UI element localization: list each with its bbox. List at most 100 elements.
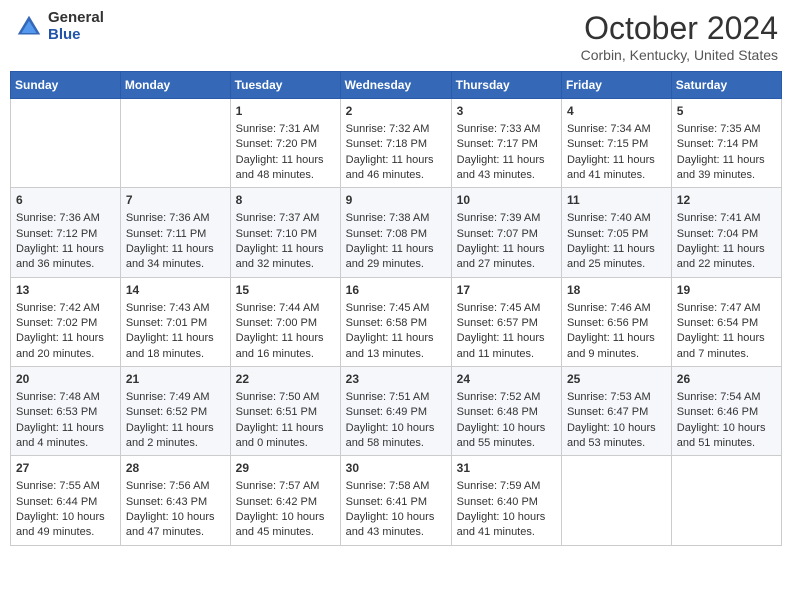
sunrise-text: Sunrise: 7:52 AM xyxy=(457,390,556,405)
header-cell-saturday: Saturday xyxy=(671,72,781,99)
sunrise-text: Sunrise: 7:53 AM xyxy=(567,390,666,405)
sunrise-text: Sunrise: 7:46 AM xyxy=(567,301,666,316)
daylight-text: Daylight: 11 hours and 20 minutes. xyxy=(16,331,115,362)
week-row-3: 20Sunrise: 7:48 AMSunset: 6:53 PMDayligh… xyxy=(11,367,782,456)
day-number: 29 xyxy=(236,460,335,477)
header-cell-tuesday: Tuesday xyxy=(230,72,340,99)
day-number: 5 xyxy=(677,103,776,120)
calendar-cell: 15Sunrise: 7:44 AMSunset: 7:00 PMDayligh… xyxy=(230,277,340,366)
sunset-text: Sunset: 7:20 PM xyxy=(236,137,335,152)
calendar-cell: 26Sunrise: 7:54 AMSunset: 6:46 PMDayligh… xyxy=(671,367,781,456)
day-number: 12 xyxy=(677,192,776,209)
sunset-text: Sunset: 7:07 PM xyxy=(457,227,556,242)
logo: General Blue xyxy=(14,10,104,43)
daylight-text: Daylight: 11 hours and 32 minutes. xyxy=(236,242,335,273)
calendar-cell: 9Sunrise: 7:38 AMSunset: 7:08 PMDaylight… xyxy=(340,188,451,277)
day-number: 2 xyxy=(346,103,446,120)
calendar-cell: 2Sunrise: 7:32 AMSunset: 7:18 PMDaylight… xyxy=(340,99,451,188)
sunset-text: Sunset: 7:01 PM xyxy=(126,316,225,331)
day-number: 19 xyxy=(677,282,776,299)
calendar-cell: 1Sunrise: 7:31 AMSunset: 7:20 PMDaylight… xyxy=(230,99,340,188)
calendar-cell: 23Sunrise: 7:51 AMSunset: 6:49 PMDayligh… xyxy=(340,367,451,456)
sunset-text: Sunset: 7:10 PM xyxy=(236,227,335,242)
calendar-cell: 24Sunrise: 7:52 AMSunset: 6:48 PMDayligh… xyxy=(451,367,561,456)
daylight-text: Daylight: 10 hours and 41 minutes. xyxy=(457,510,556,541)
sunset-text: Sunset: 7:04 PM xyxy=(677,227,776,242)
day-number: 24 xyxy=(457,371,556,388)
calendar-cell: 28Sunrise: 7:56 AMSunset: 6:43 PMDayligh… xyxy=(120,456,230,545)
day-number: 28 xyxy=(126,460,225,477)
day-number: 20 xyxy=(16,371,115,388)
sunset-text: Sunset: 6:58 PM xyxy=(346,316,446,331)
day-number: 25 xyxy=(567,371,666,388)
week-row-0: 1Sunrise: 7:31 AMSunset: 7:20 PMDaylight… xyxy=(11,99,782,188)
sunset-text: Sunset: 7:18 PM xyxy=(346,137,446,152)
daylight-text: Daylight: 11 hours and 36 minutes. xyxy=(16,242,115,273)
sunset-text: Sunset: 6:44 PM xyxy=(16,495,115,510)
calendar-cell xyxy=(671,456,781,545)
title-block: October 2024 Corbin, Kentucky, United St… xyxy=(581,10,778,63)
calendar-cell: 18Sunrise: 7:46 AMSunset: 6:56 PMDayligh… xyxy=(561,277,671,366)
sunset-text: Sunset: 6:54 PM xyxy=(677,316,776,331)
sunset-text: Sunset: 7:17 PM xyxy=(457,137,556,152)
calendar-cell: 27Sunrise: 7:55 AMSunset: 6:44 PMDayligh… xyxy=(11,456,121,545)
sunset-text: Sunset: 6:42 PM xyxy=(236,495,335,510)
sunset-text: Sunset: 7:11 PM xyxy=(126,227,225,242)
sunrise-text: Sunrise: 7:57 AM xyxy=(236,479,335,494)
daylight-text: Daylight: 11 hours and 41 minutes. xyxy=(567,153,666,184)
sunset-text: Sunset: 6:40 PM xyxy=(457,495,556,510)
calendar-cell: 30Sunrise: 7:58 AMSunset: 6:41 PMDayligh… xyxy=(340,456,451,545)
sunset-text: Sunset: 7:08 PM xyxy=(346,227,446,242)
sunrise-text: Sunrise: 7:38 AM xyxy=(346,211,446,226)
day-number: 26 xyxy=(677,371,776,388)
day-number: 23 xyxy=(346,371,446,388)
day-number: 27 xyxy=(16,460,115,477)
sunset-text: Sunset: 6:43 PM xyxy=(126,495,225,510)
logo-icon xyxy=(14,12,44,42)
sunrise-text: Sunrise: 7:59 AM xyxy=(457,479,556,494)
header-cell-sunday: Sunday xyxy=(11,72,121,99)
calendar-body: 1Sunrise: 7:31 AMSunset: 7:20 PMDaylight… xyxy=(11,99,782,546)
week-row-1: 6Sunrise: 7:36 AMSunset: 7:12 PMDaylight… xyxy=(11,188,782,277)
calendar-cell: 5Sunrise: 7:35 AMSunset: 7:14 PMDaylight… xyxy=(671,99,781,188)
day-number: 16 xyxy=(346,282,446,299)
daylight-text: Daylight: 11 hours and 48 minutes. xyxy=(236,153,335,184)
calendar-table: SundayMondayTuesdayWednesdayThursdayFrid… xyxy=(10,71,782,546)
sunset-text: Sunset: 6:56 PM xyxy=(567,316,666,331)
sunset-text: Sunset: 7:15 PM xyxy=(567,137,666,152)
sunset-text: Sunset: 6:41 PM xyxy=(346,495,446,510)
page-header: General Blue October 2024 Corbin, Kentuc… xyxy=(10,10,782,63)
sunset-text: Sunset: 6:53 PM xyxy=(16,405,115,420)
day-number: 6 xyxy=(16,192,115,209)
day-number: 3 xyxy=(457,103,556,120)
sunrise-text: Sunrise: 7:40 AM xyxy=(567,211,666,226)
daylight-text: Daylight: 11 hours and 4 minutes. xyxy=(16,421,115,452)
calendar-cell: 6Sunrise: 7:36 AMSunset: 7:12 PMDaylight… xyxy=(11,188,121,277)
sunrise-text: Sunrise: 7:51 AM xyxy=(346,390,446,405)
daylight-text: Daylight: 10 hours and 47 minutes. xyxy=(126,510,225,541)
calendar-cell: 17Sunrise: 7:45 AMSunset: 6:57 PMDayligh… xyxy=(451,277,561,366)
daylight-text: Daylight: 11 hours and 29 minutes. xyxy=(346,242,446,273)
week-row-2: 13Sunrise: 7:42 AMSunset: 7:02 PMDayligh… xyxy=(11,277,782,366)
daylight-text: Daylight: 11 hours and 2 minutes. xyxy=(126,421,225,452)
sunset-text: Sunset: 7:02 PM xyxy=(16,316,115,331)
sunset-text: Sunset: 6:51 PM xyxy=(236,405,335,420)
calendar-cell: 7Sunrise: 7:36 AMSunset: 7:11 PMDaylight… xyxy=(120,188,230,277)
daylight-text: Daylight: 10 hours and 55 minutes. xyxy=(457,421,556,452)
day-number: 10 xyxy=(457,192,556,209)
sunrise-text: Sunrise: 7:36 AM xyxy=(16,211,115,226)
day-number: 18 xyxy=(567,282,666,299)
day-number: 14 xyxy=(126,282,225,299)
calendar-cell: 19Sunrise: 7:47 AMSunset: 6:54 PMDayligh… xyxy=(671,277,781,366)
sunrise-text: Sunrise: 7:41 AM xyxy=(677,211,776,226)
sunset-text: Sunset: 7:14 PM xyxy=(677,137,776,152)
sunrise-text: Sunrise: 7:43 AM xyxy=(126,301,225,316)
daylight-text: Daylight: 11 hours and 0 minutes. xyxy=(236,421,335,452)
sunrise-text: Sunrise: 7:45 AM xyxy=(346,301,446,316)
day-number: 4 xyxy=(567,103,666,120)
calendar-cell: 12Sunrise: 7:41 AMSunset: 7:04 PMDayligh… xyxy=(671,188,781,277)
sunrise-text: Sunrise: 7:54 AM xyxy=(677,390,776,405)
sunrise-text: Sunrise: 7:58 AM xyxy=(346,479,446,494)
sunset-text: Sunset: 7:00 PM xyxy=(236,316,335,331)
day-number: 7 xyxy=(126,192,225,209)
